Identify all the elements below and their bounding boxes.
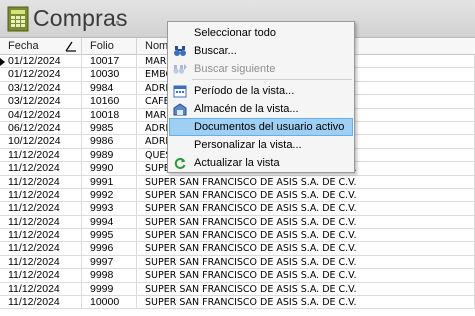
cell-fecha: 01/12/2024 (0, 68, 82, 82)
cell-fecha: 11/12/2024 (0, 188, 82, 203)
calendar-icon (173, 85, 187, 98)
table-row[interactable]: 11/12/2024 9996 SUPER SAN FRANCISCO DE ASI… (0, 242, 475, 256)
sort-indicator-icon[interactable] (64, 39, 78, 53)
cell-nombre: SUPER SAN FRANCISCO DE ASIS S.A. DE C.V. (137, 296, 475, 310)
table-row[interactable]: 11/12/2024 9998 SUPER SAN FRANCISCO DE ASI… (0, 269, 475, 283)
cell-folio: 9991 (82, 175, 137, 189)
menu-item-seleccionar-todo[interactable]: Seleccionar todo (169, 24, 353, 42)
menu-item-label: Personalizar la vista... (194, 139, 302, 151)
refresh-icon (174, 158, 186, 169)
cell-nombre: SUPER SAN FRANCISCO DE ASIS S.A. DE C.V. (137, 188, 475, 203)
cell-folio: 9992 (82, 188, 137, 203)
menu-item-label: Seleccionar todo (194, 27, 276, 39)
cell-folio: 9997 (82, 255, 137, 270)
menu-item-label: Período de la vista... (194, 85, 295, 97)
menu-item-buscar-siguiente[interactable]: Buscar siguiente (169, 60, 353, 78)
cell-folio: 9995 (82, 229, 137, 243)
cell-fecha: 03/12/2024 (0, 81, 82, 96)
menu-item-almacen-vista[interactable]: Almacén de la vista... (169, 100, 353, 118)
warehouse-icon (173, 103, 187, 116)
cell-nombre: SUPER SAN FRANCISCO DE ASIS S.A. DE C.V. (137, 282, 475, 297)
cell-folio: 10018 (82, 108, 137, 122)
menu-item-label: Buscar siguiente (194, 63, 276, 75)
cell-folio: 9984 (82, 81, 137, 96)
cell-fecha: 03/12/2024 (0, 95, 82, 109)
cell-folio: 9990 (82, 162, 137, 176)
menu-item-label: Buscar... (194, 45, 237, 57)
cell-folio: 9994 (82, 215, 137, 230)
menu-separator (192, 79, 352, 80)
cell-nombre: SUPER SAN FRANCISCO DE ASIS S.A. DE C.V. (137, 215, 475, 230)
title-separator-dot (116, 21, 119, 24)
cell-folio: 9986 (82, 135, 137, 149)
cell-nombre: SUPER SAN FRANCISCO DE ASIS S.A. DE C.V. (137, 202, 475, 216)
table-row[interactable]: 11/12/2024 9997 SUPER SAN FRANCISCO DE ASI… (0, 255, 475, 270)
cell-fecha: 04/12/2024 (0, 108, 82, 122)
cell-folio: 9985 (82, 121, 137, 136)
cell-fecha: 11/12/2024 (0, 175, 82, 189)
cell-nombre: SUPER SAN FRANCISCO DE ASIS S.A. DE C.V. (137, 255, 475, 270)
context-menu: Seleccionar todo Buscar... Buscar siguie… (167, 21, 355, 173)
cell-fecha: 11/12/2024 (0, 215, 82, 230)
table-row[interactable]: 11/12/2024 9994 SUPER SAN FRANCISCO DE ASI… (0, 215, 475, 230)
cell-folio: 9998 (82, 269, 137, 283)
column-header-folio[interactable]: Folio (82, 38, 137, 55)
cell-fecha: 11/12/2024 (0, 296, 82, 310)
binoculars-icon (174, 46, 186, 56)
cell-fecha: 11/12/2024 (0, 255, 82, 270)
cell-folio: 10030 (82, 68, 137, 82)
menu-item-actualizar-vista[interactable]: Actualizar la vista (169, 154, 353, 172)
cell-folio: 9993 (82, 202, 137, 216)
table-row[interactable]: 11/12/2024 9999 SUPER SAN FRANCISCO DE ASI… (0, 282, 475, 297)
table-row[interactable]: 11/12/2024 9993 SUPER SAN FRANCISCO DE ASI… (0, 202, 475, 216)
binoculars-next-icon (173, 64, 187, 74)
cell-fecha: 11/12/2024 (0, 148, 82, 163)
table-row[interactable]: 11/12/2024 9991 SUPER SAN FRANCISCO DE ASI… (0, 175, 475, 189)
window-title: Compras (33, 5, 128, 31)
menu-item-documentos-usuario-activo[interactable]: Documentos del usuario activo (169, 118, 353, 136)
cell-fecha: 11/12/2024 (0, 242, 82, 256)
cell-nombre: SUPER SAN FRANCISCO DE ASIS S.A. DE C.V. (137, 242, 475, 256)
cell-nombre: SUPER SAN FRANCISCO DE ASIS S.A. DE C.V. (137, 229, 475, 243)
menu-item-label: Documentos del usuario activo (194, 121, 345, 133)
menu-item-label: Almacén de la vista... (194, 103, 299, 115)
cell-folio: 9996 (82, 242, 137, 256)
cell-folio: 9989 (82, 148, 137, 163)
menu-item-personalizar-vista[interactable]: Personalizar la vista... (169, 136, 353, 154)
cell-fecha: 06/12/2024 (0, 121, 82, 136)
cell-folio: 10000 (82, 296, 137, 310)
cell-nombre: SUPER SAN FRANCISCO DE ASIS S.A. DE C.V. (137, 175, 475, 189)
cell-folio: 10160 (82, 95, 137, 109)
cell-fecha: 11/12/2024 (0, 202, 82, 216)
cell-fecha: 11/12/2024 (0, 162, 82, 176)
cell-folio: 10017 (82, 55, 137, 69)
cell-nombre: SUPER SAN FRANCISCO DE ASIS S.A. DE C.V. (137, 269, 475, 283)
menu-item-buscar[interactable]: Buscar... (169, 42, 353, 60)
table-row[interactable]: 11/12/2024 9995 SUPER SAN FRANCISCO DE ASI… (0, 229, 475, 243)
cell-folio: 9999 (82, 282, 137, 297)
table-row[interactable]: 11/12/2024 9992 SUPER SAN FRANCISCO DE ASI… (0, 188, 475, 203)
menu-item-periodo-vista[interactable]: Período de la vista... (169, 82, 353, 100)
cell-fecha: 10/12/2024 (0, 135, 82, 149)
cell-fecha: 11/12/2024 (0, 229, 82, 243)
ledger-book-icon (7, 6, 29, 32)
cell-fecha: 11/12/2024 (0, 269, 82, 283)
cell-fecha: 11/12/2024 (0, 282, 82, 297)
table-row[interactable]: 11/12/2024 10000 SUPER SAN FRANCISCO DE AS… (0, 296, 475, 310)
cell-fecha: 01/12/2024 (0, 55, 82, 69)
menu-item-label: Actualizar la vista (194, 157, 280, 169)
